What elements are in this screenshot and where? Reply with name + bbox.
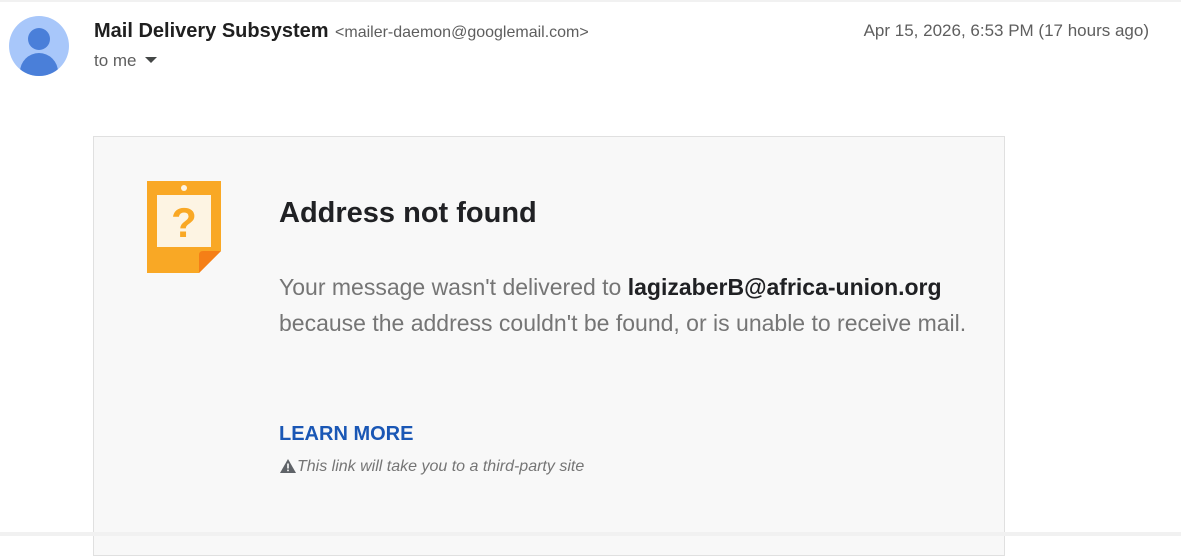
sender-line: Mail Delivery Subsystem <mailer-daemon@g… [94,19,589,45]
svg-text:?: ? [171,199,197,246]
person-icon [28,28,50,50]
message-timestamp: Apr 15, 2026, 6:53 PM (17 hours ago) [863,21,1149,40]
recipient-details-toggle[interactable]: to me [94,51,157,71]
recipient-label: to me [94,51,137,70]
notice-body-suffix: because the address couldn't be found, o… [279,310,967,336]
warning-triangle-icon [280,459,296,473]
question-document-icon: ? [147,181,221,273]
bottom-divider [0,532,1181,536]
third-party-warning: This link will take you to a third-party… [280,456,584,478]
chevron-down-icon[interactable] [144,56,157,63]
notice-title: Address not found [279,197,537,229]
sender-avatar[interactable] [9,16,69,76]
warning-text: This link will take you to a third-party… [297,458,585,475]
recipient-address: lagizaberB@africa-union.org [627,274,942,300]
sender-email: <mailer-daemon@googlemail.com> [335,24,589,41]
person-icon-body [20,53,58,76]
bounce-notice-card [93,136,1005,556]
top-divider [0,0,1181,2]
learn-more-link[interactable]: LEARN MORE [279,422,413,446]
notice-body: Your message wasn't delivered to lagizab… [279,269,969,341]
sender-name[interactable]: Mail Delivery Subsystem [94,20,329,42]
notice-body-prefix: Your message wasn't delivered to [279,274,628,300]
